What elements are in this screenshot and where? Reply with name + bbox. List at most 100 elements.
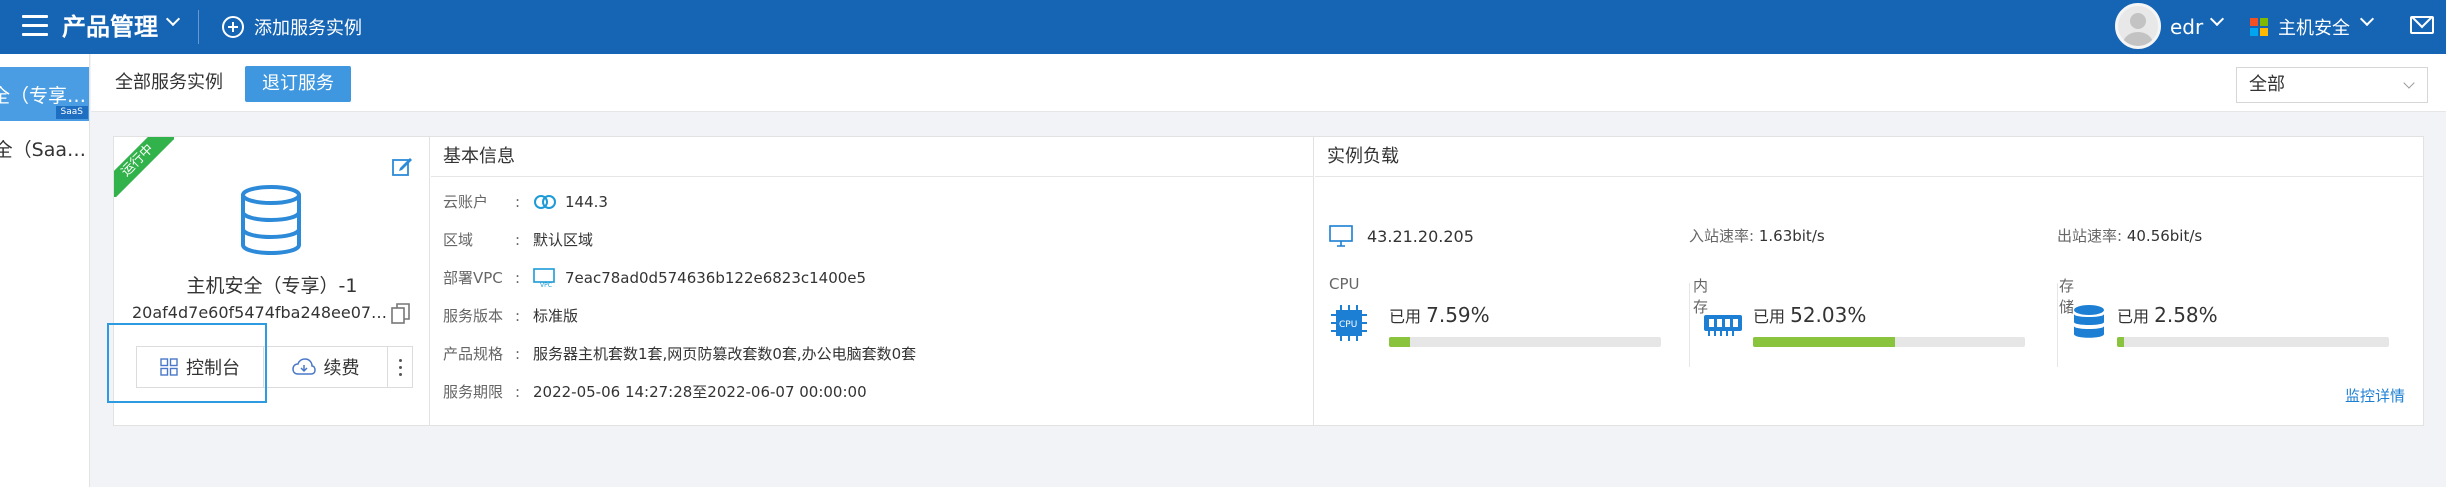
outbound-rate: 出站速率: 40.56bit/s xyxy=(2057,225,2202,246)
unsubscribe-button[interactable]: 退订服务 xyxy=(245,66,351,102)
memory-usage-bar xyxy=(1753,337,2025,347)
info-row-vpc: 部署VPC: VPC 7eac78ad0d574636b122e6823c140… xyxy=(443,266,866,290)
avatar[interactable] xyxy=(2115,3,2161,49)
info-value: 2022-05-06 14:27:28至2022-06-07 00:00:00 xyxy=(533,383,867,401)
memory-icon xyxy=(1704,315,1742,336)
sidebar-item-label: 全（专享… xyxy=(0,85,86,107)
app-title[interactable]: 产品管理 xyxy=(62,10,158,44)
filter-select-value: 全部 xyxy=(2249,74,2285,95)
chevron-down-icon[interactable] xyxy=(2359,11,2375,27)
usage-bar-fill xyxy=(1753,337,1895,347)
info-row-region: 区域: 默认区域 xyxy=(443,228,593,252)
renew-button[interactable]: 续费 xyxy=(264,347,388,387)
used-prefix: 已用 xyxy=(1753,307,1786,326)
info-value: 服务器主机套数1套,网页防篡改套数0套,办公电脑套数0套 xyxy=(533,345,917,363)
instance-card: 运行中 主机安全（专享）-1 20af4d7e60f5474fba248ee07… xyxy=(107,136,2424,426)
sidebar: 全（专享… SaaS 全（Saa… xyxy=(0,54,90,487)
info-key: 产品规格 xyxy=(443,345,504,363)
storage-usage-bar xyxy=(2117,337,2389,347)
usage-bar-fill xyxy=(1389,337,1410,347)
status-ribbon-label: 运行中 xyxy=(114,137,174,197)
chevron-down-icon xyxy=(2403,77,2415,89)
outbound-rate-value: 40.56bit/s xyxy=(2126,227,2203,245)
svg-text:VPC: VPC xyxy=(540,282,552,288)
metric-used: 已用 7.59% xyxy=(1389,303,1490,327)
sidebar-item-label: 全（Saa… xyxy=(0,139,86,161)
database-icon xyxy=(241,185,301,255)
storage-icon xyxy=(2074,305,2104,338)
saas-badge: SaaS xyxy=(55,106,88,119)
divider xyxy=(198,10,199,44)
cpu-usage-bar xyxy=(1389,337,1661,347)
instance-name: 主机安全（专享）-1 xyxy=(186,275,358,297)
cpu-icon: CPU xyxy=(1331,305,1367,341)
renew-button-label: 续费 xyxy=(323,358,360,379)
info-value: 默认区域 xyxy=(533,231,594,249)
plus-circle-icon xyxy=(222,16,244,38)
outbound-rate-label: 出站速率: xyxy=(2057,227,2123,245)
metric-value: 2.58% xyxy=(2154,303,2218,327)
usage-bar-fill xyxy=(2117,337,2125,347)
windows-logo-icon xyxy=(2250,18,2268,36)
sidebar-item-saas[interactable]: 全（Saa… xyxy=(0,121,89,175)
monitor-icon xyxy=(1329,225,1353,247)
add-service-instance-label: 添加服务实例 xyxy=(254,18,362,39)
instance-summary: 运行中 主机安全（专享）-1 20af4d7e60f5474fba248ee07… xyxy=(107,137,430,425)
mail-icon[interactable] xyxy=(2410,16,2434,34)
metric-label: CPU xyxy=(1329,275,1360,293)
info-key: 服务版本 xyxy=(443,307,504,325)
ip-address: 43.21.20.205 xyxy=(1367,226,1474,246)
console-button[interactable]: 控制台 xyxy=(137,347,264,387)
info-key: 部署VPC xyxy=(443,269,503,287)
hamburger-menu-icon[interactable] xyxy=(22,15,48,39)
instance-ip: 43.21.20.205 xyxy=(1329,225,1474,247)
info-key: 云账户 xyxy=(443,193,489,211)
cloud-link-icon xyxy=(534,195,556,209)
inbound-rate-value: 1.63bit/s xyxy=(1758,227,1825,245)
divider xyxy=(2057,283,2058,367)
top-navigation-bar: 产品管理 添加服务实例 edr 主机安全 xyxy=(0,0,2446,54)
info-key: 服务期限 xyxy=(443,383,504,401)
cloud-renew-icon xyxy=(291,358,316,375)
basic-info-title: 基本信息 xyxy=(431,137,1313,177)
chevron-down-icon[interactable] xyxy=(2209,11,2225,27)
basic-info-panel: 基本信息 云账户: 144.3 区域: 默认区域 部署VPC: VPC 7eac… xyxy=(431,137,1314,425)
edit-icon[interactable] xyxy=(391,155,413,177)
vpc-icon: VPC xyxy=(533,268,555,288)
info-row-spec: 产品规格: 服务器主机套数1套,网页防篡改套数0套,办公电脑套数0套 xyxy=(443,342,916,366)
inbound-rate: 入站速率: 1.63bit/s xyxy=(1689,225,1825,246)
tab-all-instances[interactable]: 全部服务实例 xyxy=(115,70,223,96)
instance-actions: 控制台 续费 xyxy=(136,346,413,388)
product-switch-dropdown[interactable]: 主机安全 xyxy=(2250,10,2350,44)
info-row-version: 服务版本: 标准版 xyxy=(443,304,578,328)
svg-text:CPU: CPU xyxy=(1339,320,1357,330)
info-key: 区域 xyxy=(443,231,474,249)
status-badge: 运行中 xyxy=(114,137,174,197)
info-value: 7eac78ad0d574636b122e6823c1400e5 xyxy=(565,269,867,287)
copy-icon[interactable] xyxy=(391,303,411,325)
info-value: 标准版 xyxy=(533,307,579,325)
filter-select[interactable]: 全部 xyxy=(2236,67,2428,103)
info-row-cloud-account: 云账户: 144.3 xyxy=(443,190,608,214)
add-service-instance-button[interactable]: 添加服务实例 xyxy=(222,11,362,43)
info-value: 144.3 xyxy=(565,193,608,211)
divider xyxy=(1689,283,1690,367)
instance-load-title: 实例负载 xyxy=(1315,137,2423,177)
product-switch-label: 主机安全 xyxy=(2278,18,2350,39)
monitor-details-link[interactable]: 监控详情 xyxy=(2345,385,2405,406)
console-button-label: 控制台 xyxy=(186,358,240,379)
info-row-service-period: 服务期限: 2022-05-06 14:27:28至2022-06-07 00:… xyxy=(443,380,867,404)
grid-icon xyxy=(160,358,178,376)
more-actions-button[interactable] xyxy=(388,347,412,387)
inbound-rate-label: 入站速率: xyxy=(1689,227,1755,245)
chevron-down-icon[interactable] xyxy=(165,11,181,27)
metric-used: 已用 2.58% xyxy=(2117,303,2218,327)
instance-load-panel: 实例负载 43.21.20.205 入站速率: 1.63bit/s 出站速率: … xyxy=(1315,137,2423,425)
metric-value: 52.03% xyxy=(1790,303,1867,327)
instance-id: 20af4d7e60f5474fba248ee07004… xyxy=(132,303,394,322)
sidebar-item-dedicated[interactable]: 全（专享… SaaS xyxy=(0,67,89,121)
metric-value: 7.59% xyxy=(1426,303,1490,327)
used-prefix: 已用 xyxy=(2117,307,2150,326)
username[interactable]: edr xyxy=(2170,12,2203,42)
used-prefix: 已用 xyxy=(1389,307,1422,326)
